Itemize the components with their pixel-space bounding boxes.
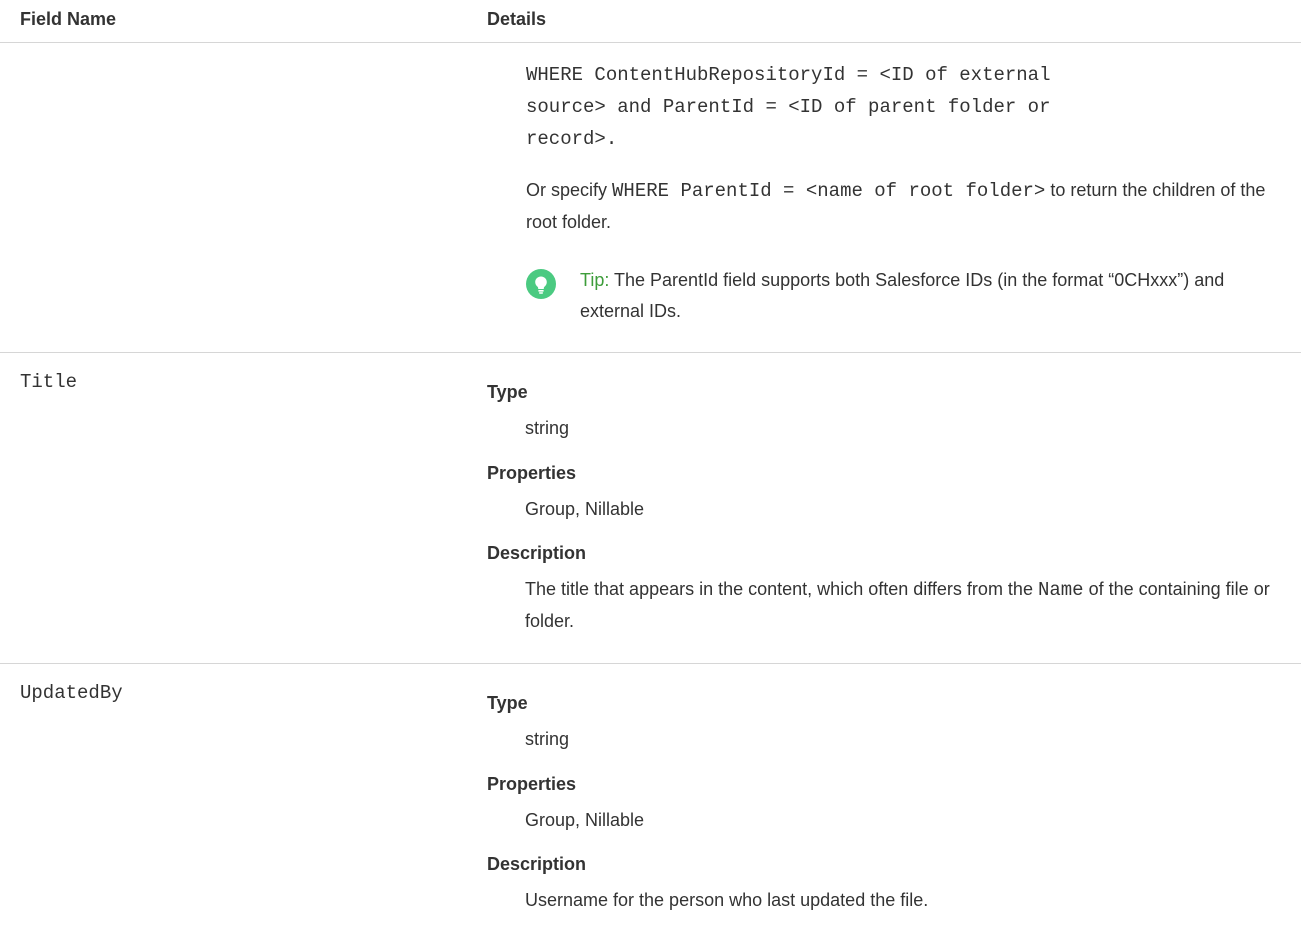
code-example: WHERE ContentHubRepositoryId = <ID of ex… <box>526 59 1286 155</box>
type-label: Type <box>487 693 528 713</box>
code-line: record>. <box>526 128 618 150</box>
column-header-field-name: Field Name <box>20 9 117 29</box>
paragraph-text: Or specify <box>526 180 613 200</box>
field-name-title: Title <box>20 371 78 393</box>
type-label: Type <box>487 382 528 402</box>
code-line: source> and ParentId = <ID of parent fol… <box>526 96 1051 118</box>
table-row: Title Type string Properties Group, Nill… <box>0 353 1301 664</box>
properties-value: Group, Nillable <box>525 499 645 519</box>
table-header: Field Name Details <box>0 0 1301 43</box>
type-value: string <box>525 729 570 749</box>
properties-label: Properties <box>487 463 577 483</box>
field-name-updatedby: UpdatedBy <box>20 682 123 704</box>
description-label: Description <box>487 854 587 874</box>
field-table: Field Name Details WHERE ContentHubRepos… <box>0 0 1301 934</box>
tip-label: Tip: <box>580 270 610 290</box>
inline-code: WHERE ParentId = <name of root folder> <box>612 180 1046 202</box>
table-row: UpdatedBy Type string Properties Group, … <box>0 664 1301 934</box>
tip-body: The ParentId field supports both Salesfo… <box>580 270 1225 321</box>
inline-code: Name <box>1037 579 1084 601</box>
description-text: The title that appears in the content, w… <box>525 579 1038 599</box>
code-line: WHERE ContentHubRepositoryId = <ID of ex… <box>526 64 1051 86</box>
lightbulb-icon <box>526 269 556 299</box>
description-label: Description <box>487 543 587 563</box>
properties-value: Group, Nillable <box>525 810 645 830</box>
column-header-details: Details <box>487 9 547 29</box>
description-value: The title that appears in the content, w… <box>525 574 1295 637</box>
description-value: Username for the person who last updated… <box>525 890 929 910</box>
root-folder-paragraph: Or specify WHERE ParentId = <name of roo… <box>526 175 1291 238</box>
table-row: WHERE ContentHubRepositoryId = <ID of ex… <box>0 43 1301 353</box>
type-value: string <box>525 418 570 438</box>
properties-label: Properties <box>487 774 577 794</box>
tip-text: Tip: The ParentId field supports both Sa… <box>580 265 1280 327</box>
